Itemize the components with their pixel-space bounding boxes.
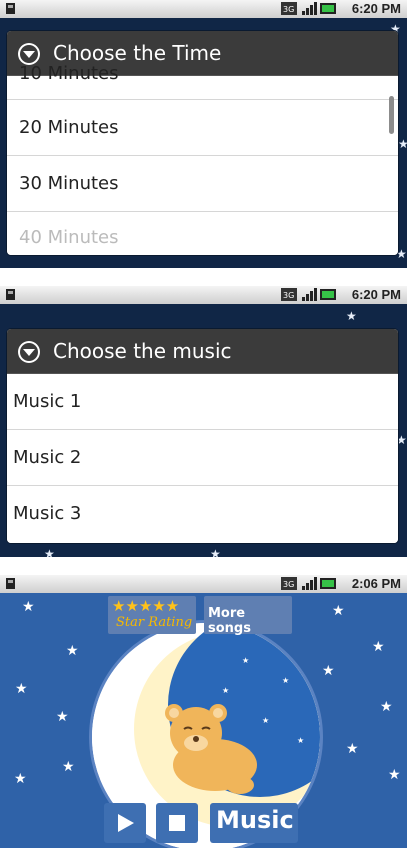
svg-text:★: ★ <box>222 686 229 695</box>
sim-icon <box>6 578 15 589</box>
star-rating-label: Star Rating <box>116 615 193 630</box>
signal-icon <box>302 2 317 15</box>
svg-text:3G: 3G <box>283 5 294 14</box>
star-decoration: ★ <box>372 639 385 655</box>
player-screen: 3G 2:06 PM ★ ★ ★ ★ ★ ★ ★ ★ ★ ★ ★ ★ ★ ★ ★… <box>0 575 407 848</box>
battery-icon <box>320 3 336 14</box>
star-decoration: ★ <box>22 599 35 615</box>
list-item[interactable]: 20 Minutes <box>7 100 398 156</box>
star-decoration: ★ <box>346 741 359 757</box>
status-time: 6:20 PM <box>351 1 401 16</box>
time-dialog: Choose the Time 10 Minutes 20 Minutes 30… <box>7 31 398 255</box>
music-button-label: Music <box>216 806 294 834</box>
list-item[interactable]: 40 Minutes <box>7 212 398 255</box>
star-decoration: ★ <box>322 663 335 679</box>
star-decoration: ★ <box>398 137 407 151</box>
star-decoration: ★ <box>210 547 221 557</box>
music-dialog: Choose the music Music 1 Music 2 Music 3 <box>7 329 398 543</box>
3g-icon: 3G <box>281 2 297 15</box>
list-item[interactable]: Music 1 <box>7 374 398 430</box>
dialog-header: Choose the music <box>7 329 398 374</box>
star-decoration: ★ <box>15 681 28 697</box>
sim-icon <box>6 289 15 300</box>
status-time: 2:06 PM <box>351 576 401 591</box>
svg-text:★: ★ <box>242 656 249 665</box>
music-button[interactable]: Music <box>210 803 298 843</box>
music-picker-screen: 3G 6:20 PM ★ ★ ★ ★ Choose the music Musi… <box>0 286 407 557</box>
list-item-label: Music 2 <box>13 447 82 468</box>
status-time: 6:20 PM <box>351 287 401 302</box>
rating-stars: ★★★★★ <box>112 597 180 615</box>
svg-text:3G: 3G <box>283 291 294 300</box>
status-bar: 3G 6:20 PM <box>0 0 407 19</box>
star-decoration: ★ <box>388 767 401 783</box>
svg-text:3G: 3G <box>283 580 294 589</box>
teddy-bear-icon <box>165 704 257 794</box>
time-list[interactable]: 10 Minutes 20 Minutes 30 Minutes 40 Minu… <box>7 63 398 255</box>
signal-icon <box>302 577 317 590</box>
star-rating-button[interactable]: ★★★★★ Star Rating <box>108 596 196 634</box>
3g-icon: 3G <box>281 577 297 590</box>
stop-button[interactable] <box>156 803 198 843</box>
scrollbar[interactable] <box>389 96 394 134</box>
music-list[interactable]: Music 1 Music 2 Music 3 <box>7 374 398 543</box>
star-decoration: ★ <box>56 709 69 725</box>
star-decoration: ★ <box>332 603 345 619</box>
star-decoration: ★ <box>62 759 75 775</box>
list-item-label: 10 Minutes <box>19 63 119 84</box>
list-item-label: Music 3 <box>13 503 82 524</box>
star-decoration: ★ <box>14 771 27 787</box>
battery-icon <box>320 578 336 589</box>
star-decoration: ★ <box>44 547 55 557</box>
svg-text:★: ★ <box>282 676 289 685</box>
star-decoration: ★ <box>346 309 357 323</box>
status-bar: 3G 6:20 PM <box>0 286 407 305</box>
list-item[interactable]: Music 3 <box>7 486 398 541</box>
chevron-down-icon <box>18 341 40 363</box>
battery-icon <box>320 289 336 300</box>
stop-icon <box>169 815 185 831</box>
list-item-label: 20 Minutes <box>19 117 119 138</box>
star-decoration: ★ <box>66 643 79 659</box>
dialog-title: Choose the music <box>53 339 232 363</box>
more-songs-button[interactable]: More songs <box>204 596 292 636</box>
list-item[interactable]: Music 2 <box>7 430 398 486</box>
svg-text:★: ★ <box>297 736 304 745</box>
play-button[interactable] <box>104 803 146 843</box>
starry-background: ★ ★ ★ ★ ★ ★ ★ ★ ★ ★ ★ ★ ★ ★ ★ ★ ★ ★★★★★ … <box>0 593 407 848</box>
list-item-label: 40 Minutes <box>19 227 119 248</box>
more-songs-label: More songs <box>208 606 251 636</box>
3g-icon: 3G <box>281 288 297 301</box>
signal-icon <box>302 288 317 301</box>
status-bar: 3G 2:06 PM <box>0 575 407 594</box>
play-icon <box>118 814 134 832</box>
star-decoration: ★ <box>380 699 393 715</box>
list-item[interactable]: 30 Minutes <box>7 156 398 212</box>
list-item[interactable]: 10 Minutes <box>7 61 398 100</box>
sim-icon <box>6 3 15 14</box>
time-picker-screen: 3G 6:20 PM ★ ★ ★ Choose the Time 10 Minu… <box>0 0 407 268</box>
list-item-label: Music 1 <box>13 391 82 412</box>
list-item-label: 30 Minutes <box>19 173 119 194</box>
